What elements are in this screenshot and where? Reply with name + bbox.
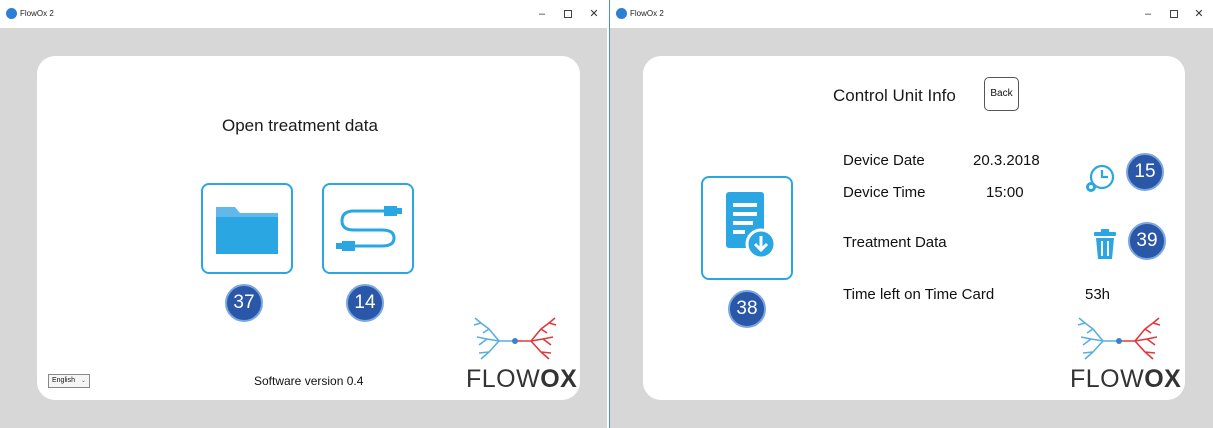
logo-wordmark: FLOWOX [1070,365,1182,393]
open-folder-button[interactable] [201,183,293,274]
callout-badge-37: 37 [225,284,263,322]
left-window: FlowOx 2 – ✕ Open treatment data 37 14 E… [0,0,607,428]
download-data-button[interactable] [701,176,793,280]
time-left-value: 53h [1085,286,1111,303]
device-date-label: Device Date [843,152,925,169]
maximize-button[interactable] [1163,4,1185,24]
clock-gear-icon [1086,164,1115,192]
app-icon [616,8,627,19]
device-date-value: 20.3.2018 [973,152,1040,169]
close-button[interactable]: ✕ [1188,4,1210,24]
time-left-label: Time left on Time Card [843,286,995,303]
logo-tree-icon [1077,317,1161,360]
flowox-logo: FLOWOX [1070,315,1181,393]
callout-badge-15: 15 [1126,153,1164,191]
logo-wordmark: FLOWOX [466,365,578,393]
main-card: Open treatment data 37 14 English ⌄ Soft… [37,56,580,400]
language-select[interactable]: English ⌄ [48,374,90,388]
usb-cable-icon [336,206,402,251]
delete-data-button[interactable] [1093,228,1117,265]
trash-icon [1094,229,1116,259]
device-time-label: Device Time [843,184,926,201]
software-version: Software version 0.4 [254,374,364,388]
maximize-button[interactable] [557,4,579,24]
language-select-value: English [52,377,75,384]
folder-icon [216,207,278,254]
logo-tree-icon [473,317,557,360]
page-title: Open treatment data [222,116,378,135]
callout-badge-38: 38 [728,290,766,328]
callout-badge-14: 14 [346,284,384,322]
right-window: FlowOx 2 – ✕ Control Unit Info Back 38 D… [610,0,1213,428]
title-bar: FlowOx 2 – ✕ [610,0,1213,28]
device-time-value: 15:00 [986,184,1024,201]
sync-time-button[interactable] [1083,162,1117,201]
window-title: FlowOx 2 [630,9,664,18]
chevron-down-icon: ⌄ [80,378,86,384]
page-title: Control Unit Info [833,86,956,105]
window-title: FlowOx 2 [20,9,54,18]
title-bar: FlowOx 2 – ✕ [0,0,607,28]
close-button[interactable]: ✕ [583,4,605,24]
flowox-logo: FLOWOX [466,315,577,393]
minimize-button[interactable]: – [531,4,553,24]
back-button[interactable]: Back [984,77,1019,111]
main-card: Control Unit Info Back 38 Device Date 20… [643,56,1185,400]
treatment-data-label: Treatment Data [843,234,947,251]
callout-badge-39: 39 [1128,222,1166,260]
document-download-icon [726,192,777,260]
app-icon [6,8,17,19]
minimize-button[interactable]: – [1137,4,1159,24]
usb-import-button[interactable] [322,183,414,274]
